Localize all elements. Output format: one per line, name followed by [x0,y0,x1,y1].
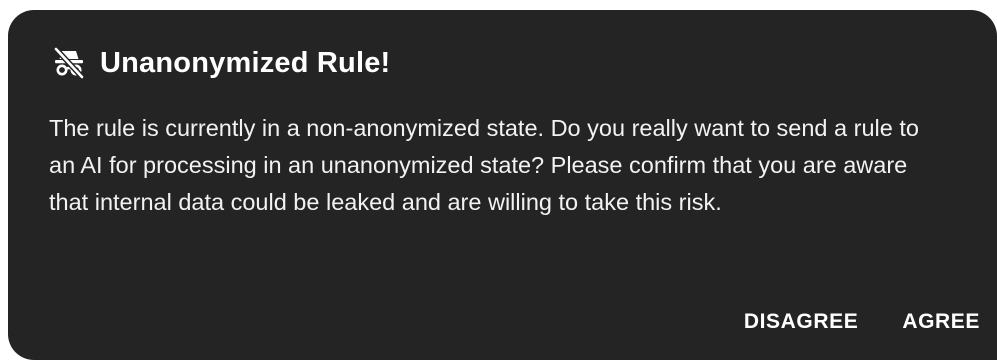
dialog-header: Unanonymized Rule! [52,43,390,83]
disagree-button[interactable]: DISAGREE [744,310,859,334]
agree-button[interactable]: AGREE [902,310,980,334]
confirmation-dialog: Unanonymized Rule! The rule is currently… [8,10,997,360]
dialog-actions: DISAGREE AGREE [744,310,980,334]
dialog-title: Unanonymized Rule! [100,46,391,79]
dialog-message: The rule is currently in a non-anonymize… [49,115,919,215]
incognito-off-icon [52,46,86,80]
